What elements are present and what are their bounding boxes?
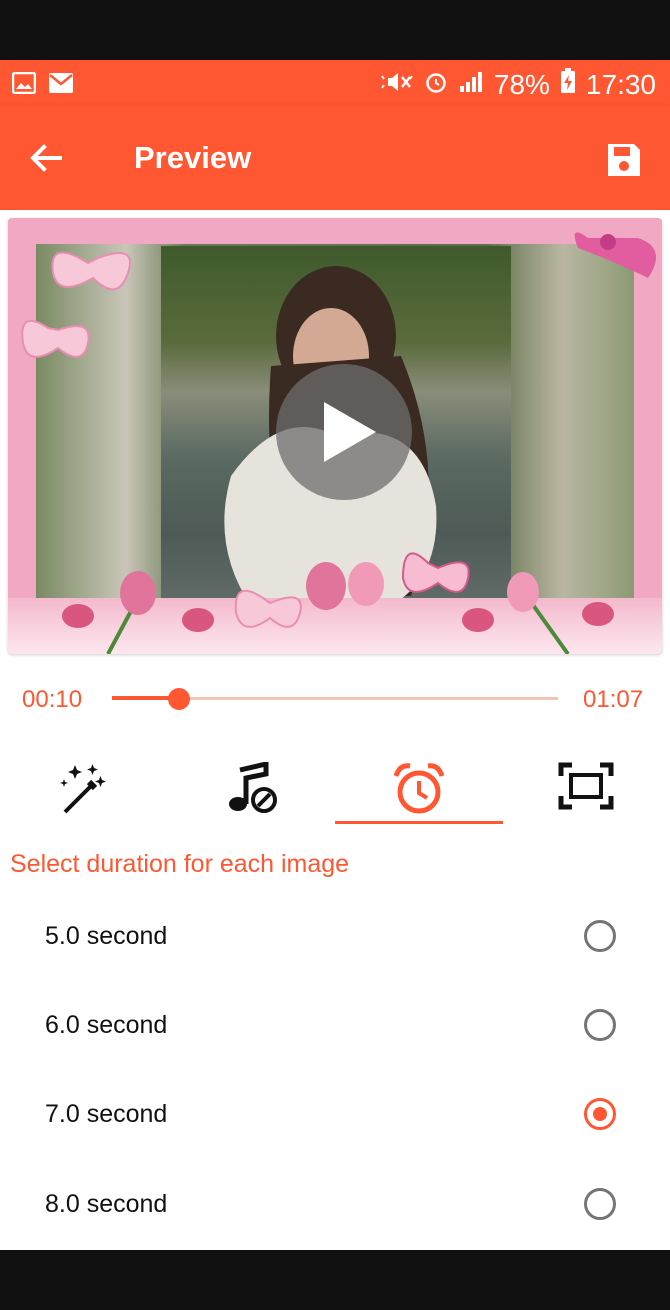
- duration-option[interactable]: 8.0 second: [0, 1162, 670, 1250]
- tool-tabs: [0, 754, 670, 826]
- current-time: 00:10: [22, 686, 83, 713]
- radio-button[interactable]: [584, 920, 616, 952]
- battery-charging-icon: [560, 68, 576, 101]
- signal-icon: [458, 69, 484, 101]
- mail-icon: [48, 72, 74, 99]
- tab-effects[interactable]: [0, 754, 168, 826]
- page-title: Preview: [134, 140, 252, 175]
- battery-percent: 78%: [493, 68, 550, 100]
- arrow-back-icon[interactable]: [26, 138, 66, 178]
- duration-option[interactable]: 7.0 second: [0, 1072, 670, 1160]
- duration-label: Select duration for each image: [10, 850, 350, 878]
- status-bar: 78% 17:30: [0, 60, 670, 106]
- seek-bar[interactable]: [112, 688, 558, 710]
- tab-active-indicator: [335, 821, 503, 824]
- seek-thumb[interactable]: [167, 688, 190, 710]
- option-label: 8.0 second: [45, 1190, 168, 1218]
- frame-icon: [558, 762, 614, 810]
- play-button[interactable]: [276, 364, 412, 500]
- total-time: 01:07: [583, 686, 644, 713]
- top-black-bar: [0, 0, 670, 60]
- duration-option[interactable]: 6.0 second: [0, 983, 670, 1071]
- clock-time: 17:30: [585, 68, 656, 100]
- gallery-icon: [11, 71, 37, 99]
- tab-frame[interactable]: [502, 754, 670, 826]
- content-area: 00:10 01:07 Select duration for each ima…: [0, 210, 670, 1250]
- option-label: 7.0 second: [45, 1100, 168, 1128]
- magic-wand-icon: [60, 764, 106, 814]
- save-icon[interactable]: [604, 140, 644, 180]
- alarm-icon: [424, 69, 448, 101]
- navigation-bar: [0, 1250, 670, 1310]
- app-bar: Preview: [0, 106, 670, 210]
- radio-button[interactable]: [584, 1098, 616, 1130]
- option-label: 6.0 second: [45, 1011, 168, 1039]
- option-label: 5.0 second: [45, 922, 168, 950]
- tab-music[interactable]: [168, 754, 336, 826]
- duration-option[interactable]: 5.0 second: [0, 894, 670, 982]
- mute-icon: [380, 69, 414, 101]
- tab-duration[interactable]: [335, 754, 503, 826]
- music-note-icon: [229, 762, 277, 813]
- radio-button[interactable]: [584, 1009, 616, 1041]
- alarm-clock-icon: [393, 763, 445, 814]
- video-preview[interactable]: [8, 218, 662, 654]
- radio-button[interactable]: [584, 1188, 616, 1220]
